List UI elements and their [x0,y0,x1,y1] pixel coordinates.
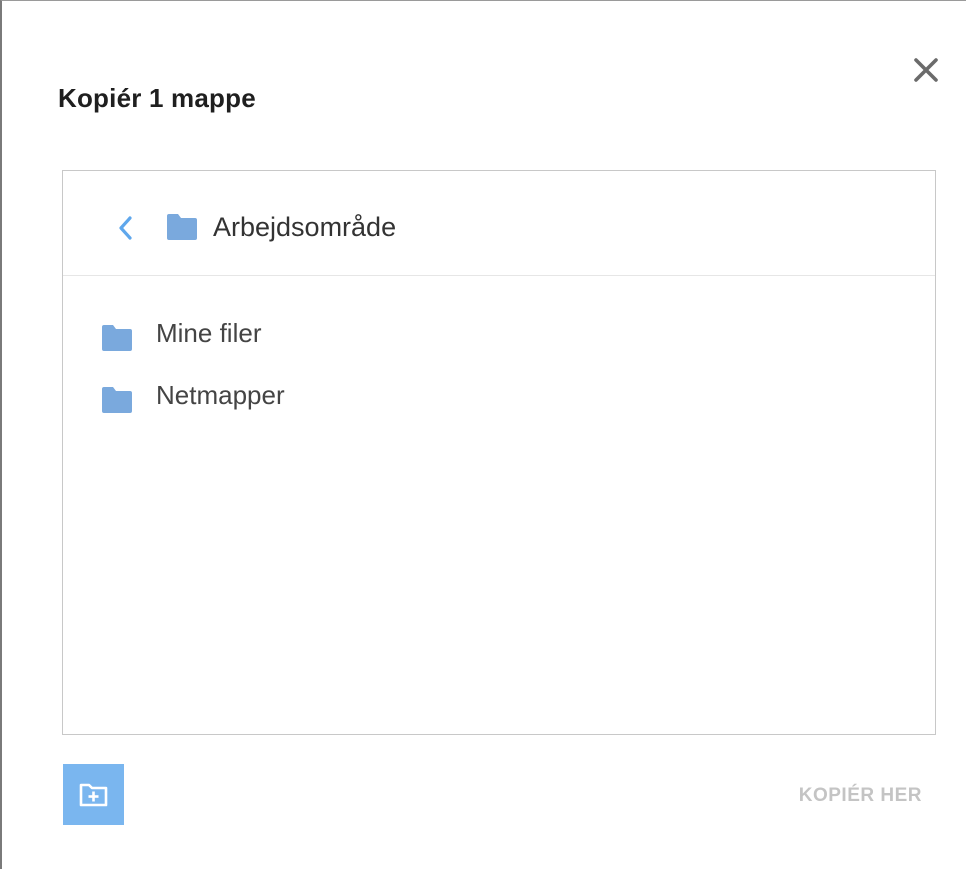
close-icon [914,58,938,82]
list-item-label: Mine filer [156,318,262,348]
folder-list: Mine filer Netmapper [63,306,935,430]
list-item-label: Netmapper [156,380,285,410]
folder-icon [102,325,132,351]
close-button[interactable] [908,52,944,88]
list-item[interactable]: Mine filer [63,306,935,368]
dialog-title: Kopiér 1 mappe [58,83,256,113]
folder-browser: Arbejdsområde Mine filer Netmapper [62,170,936,735]
back-button[interactable] [113,211,137,245]
list-item[interactable]: Netmapper [63,368,935,430]
folder-icon [102,387,132,413]
folder-icon [167,214,197,240]
new-folder-button[interactable] [63,764,124,825]
copy-folder-dialog: Kopiér 1 mappe Arbejdsområde Mine filer … [0,0,966,869]
chevron-left-icon [119,216,132,240]
folder-browser-header: Arbejdsområde [63,171,935,276]
copy-here-button[interactable]: KOPIÉR HER [762,783,922,809]
new-folder-icon [79,783,108,807]
current-folder-label: Arbejdsområde [213,212,397,242]
